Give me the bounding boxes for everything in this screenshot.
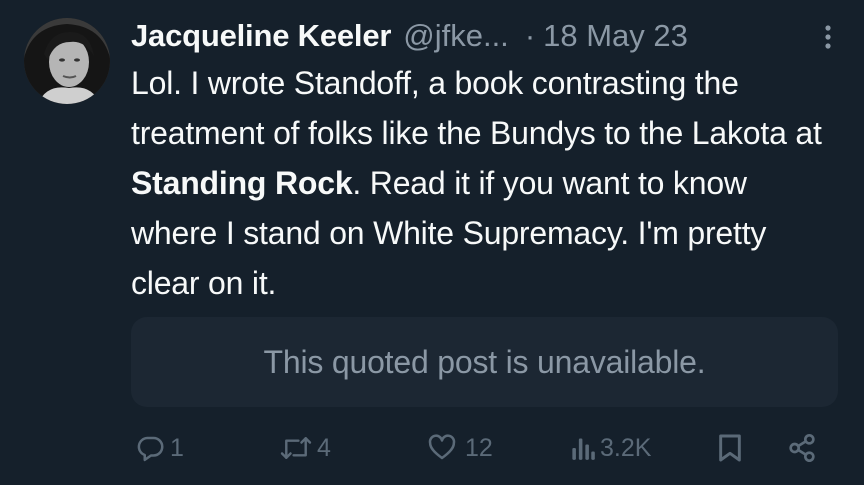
post-text: Lol. I wrote Standoff, a book contrastin… [131,58,841,308]
like-count: 12 [465,433,493,462]
more-icon[interactable] [815,22,841,52]
avatar[interactable] [24,18,110,104]
share-button[interactable] [786,428,818,468]
post-text-part1: Lol. I wrote Standoff, a book contrastin… [131,65,822,151]
author-handle[interactable]: @jfke... [403,18,509,54]
reply-icon [136,433,166,463]
repost-icon [279,433,313,463]
reply-button[interactable]: 1 [136,428,184,468]
bookmark-button[interactable] [716,428,744,468]
share-icon [786,432,818,464]
quoted-post-unavailable-text: This quoted post is unavailable. [263,343,706,380]
separator-dot: · [524,18,536,53]
heart-icon [427,433,457,463]
avatar-photo [24,18,110,104]
views-icon [570,433,596,463]
author-name[interactable]: Jacqueline Keeler [131,18,391,54]
like-button[interactable]: 12 [427,428,493,468]
bookmark-icon [716,432,744,464]
quoted-post-card: This quoted post is unavailable. [131,317,838,407]
post-text-highlight[interactable]: Standing Rock [131,165,353,201]
reply-count: 1 [170,433,184,462]
repost-button[interactable]: 4 [279,428,331,468]
repost-count: 4 [317,433,331,462]
post-date[interactable]: 18 May 23 [543,18,688,54]
views-count: 3.2K [600,433,652,462]
views-button[interactable]: 3.2K [570,428,651,468]
post-header: Jacqueline Keeler @jfke... · 18 May 23 [131,14,841,58]
